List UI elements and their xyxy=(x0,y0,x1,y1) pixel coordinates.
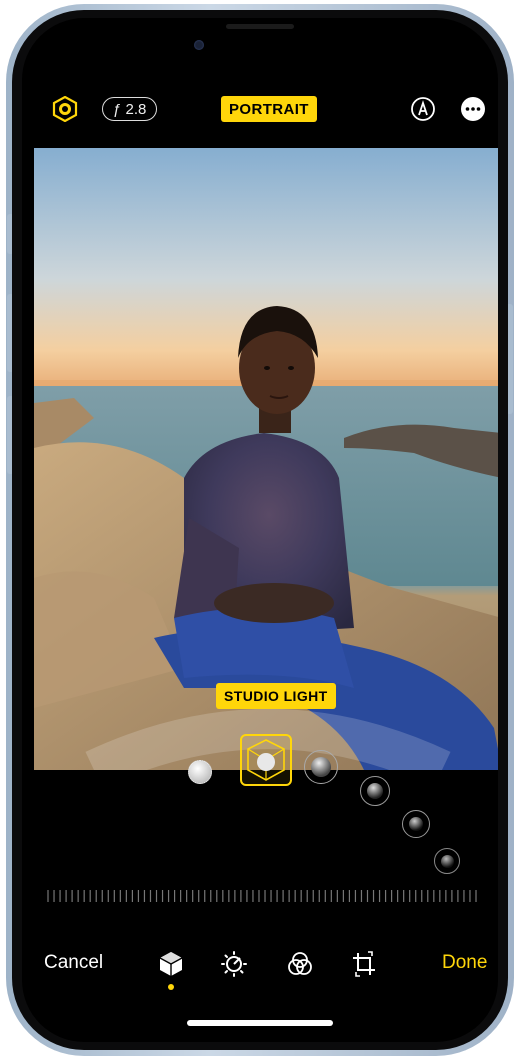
markup-icon[interactable] xyxy=(410,96,436,122)
studio-light-option[interactable] xyxy=(240,734,292,786)
aperture-button[interactable]: ƒ 2.8 xyxy=(102,97,158,121)
adjust-icon xyxy=(221,951,247,977)
bottom-toolbar: Cancel Done xyxy=(22,948,498,990)
screen: ƒ 2.8 PORTRAIT STUDIO LIGHT Cancel Done xyxy=(22,18,498,1042)
stage-light-option[interactable] xyxy=(360,776,390,806)
portrait-lighting-icon xyxy=(159,952,183,976)
photo-illustration xyxy=(34,148,498,770)
home-indicator[interactable] xyxy=(187,1020,333,1026)
lighting-intensity-slider[interactable] xyxy=(46,878,478,908)
filters-tool[interactable] xyxy=(286,950,314,978)
lighting-effect-label: STUDIO LIGHT xyxy=(216,683,336,709)
done-button[interactable]: Done xyxy=(442,952,487,974)
portrait-photo[interactable]: STUDIO LIGHT xyxy=(34,148,498,770)
front-camera xyxy=(194,40,204,50)
adjust-tool[interactable] xyxy=(220,950,248,978)
selected-tool-indicator xyxy=(168,984,174,990)
top-toolbar: ƒ 2.8 PORTRAIT xyxy=(22,96,498,124)
filters-icon xyxy=(288,952,312,975)
crop-icon xyxy=(353,951,375,977)
portrait-mode-label: PORTRAIT xyxy=(221,96,317,122)
more-icon[interactable] xyxy=(460,96,486,122)
aperture-label: ƒ 2.8 xyxy=(113,100,147,118)
portrait-toggle-icon[interactable] xyxy=(52,96,78,122)
slider-ticks xyxy=(47,890,477,902)
cancel-button[interactable]: Cancel xyxy=(44,952,103,974)
contour-light-option[interactable] xyxy=(304,750,338,784)
stage-light-mono-option[interactable] xyxy=(402,810,430,838)
earpiece xyxy=(226,24,294,29)
natural-light-option[interactable] xyxy=(188,760,212,784)
crop-tool[interactable] xyxy=(350,950,378,978)
portrait-lighting-tool[interactable] xyxy=(157,950,185,990)
high-key-light-mono-option[interactable] xyxy=(434,848,460,874)
